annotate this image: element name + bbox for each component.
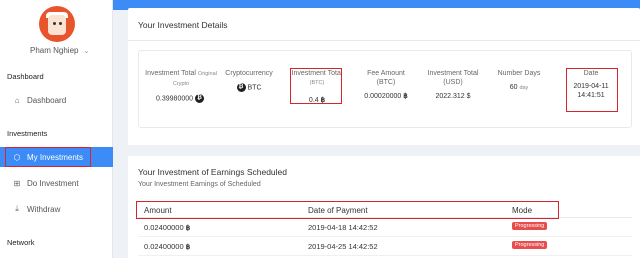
table-row: 0.02400000 ฿ 2019-04-18 14:42:52 Progres… — [138, 218, 632, 237]
card-subtitle: Your Investment Earnings of Scheduled — [138, 181, 261, 188]
value: ₿ BTC — [219, 83, 279, 92]
date-cell: 2019-04-25 14:42:52 — [308, 242, 378, 251]
highlight-box — [290, 68, 342, 104]
card-title: Your Investment Details — [138, 20, 228, 30]
avatar-eye — [53, 22, 56, 25]
chevron-down-icon: ⌄ — [83, 48, 90, 55]
highlight-box — [566, 68, 618, 112]
investment-total-usd: Investment Total (USD) 2022.312 $ — [425, 69, 481, 101]
value: 60 day — [509, 84, 529, 91]
avatar-face — [48, 15, 66, 35]
section-title-network: Network — [7, 238, 35, 247]
highlight-box — [5, 147, 91, 167]
sidebar-item-withdraw[interactable]: ⤓ Withdraw — [0, 199, 113, 219]
bitcoin-icon: ₿ — [236, 83, 246, 92]
label: Cryptocurrency — [225, 70, 273, 77]
table-row: 0.02400000 ฿ 2019-04-25 14:42:52 Progres… — [138, 237, 632, 256]
cryptocurrency: Cryptocurrency ₿ BTC — [219, 69, 279, 92]
download-icon: ⤓ — [15, 204, 19, 213]
plus-square-icon: ⊞ — [13, 178, 21, 188]
avatar[interactable] — [39, 6, 75, 42]
details-panel: Investment Total Original Crypto 0.39980… — [138, 50, 632, 128]
bitcoin-icon: ₿ — [194, 94, 204, 103]
sidebar: Pham Nghiep ⌄ Dashboard ⌂ Dashboard Inves… — [0, 0, 113, 258]
sidebar-item-label: Dashboard — [27, 95, 67, 105]
username: Pham Nghiep — [30, 46, 79, 55]
date-cell: 2019-04-18 14:42:52 — [308, 223, 378, 232]
label: Fee Amount (BTC) — [367, 70, 405, 86]
avatar-eye — [59, 22, 62, 25]
divider — [128, 40, 640, 41]
label: Investment Total (USD) — [427, 70, 479, 86]
sidebar-item-do-investment[interactable]: ⊞ Do Investment — [0, 173, 113, 193]
sidebar-item-label: Withdraw — [27, 204, 61, 214]
section-title-investments: Investments — [7, 129, 48, 138]
highlight-box — [136, 201, 559, 219]
fee-amount: Fee Amount (BTC) 0.00020000 ฿ — [357, 69, 415, 101]
number-days: Number Days 60 day — [491, 69, 547, 93]
value: 0.00020000 ฿ — [364, 93, 408, 100]
amount-cell: 0.02400000 ฿ — [144, 242, 191, 251]
section-title-dashboard: Dashboard — [7, 72, 44, 81]
status-badge: Progressing — [512, 222, 548, 230]
investment-total-original: Investment Total Original Crypto 0.39980… — [145, 69, 217, 103]
sidebar-item-dashboard[interactable]: ⌂ Dashboard — [0, 90, 113, 110]
label: Number Days — [497, 70, 541, 77]
value: 0.39980000 ₿ — [145, 94, 217, 103]
value: 2022.312 $ — [435, 93, 471, 100]
amount-cell: 0.02400000 ฿ — [144, 223, 191, 232]
card-title: Your Investment of Earnings Scheduled — [138, 167, 288, 177]
sidebar-item-label: Do Investment — [27, 178, 79, 188]
home-icon: ⌂ — [14, 95, 20, 105]
label: Investment Total — [145, 70, 196, 77]
status-badge: Progressing — [512, 241, 548, 249]
user-menu[interactable]: Pham Nghiep ⌄ — [30, 46, 89, 55]
